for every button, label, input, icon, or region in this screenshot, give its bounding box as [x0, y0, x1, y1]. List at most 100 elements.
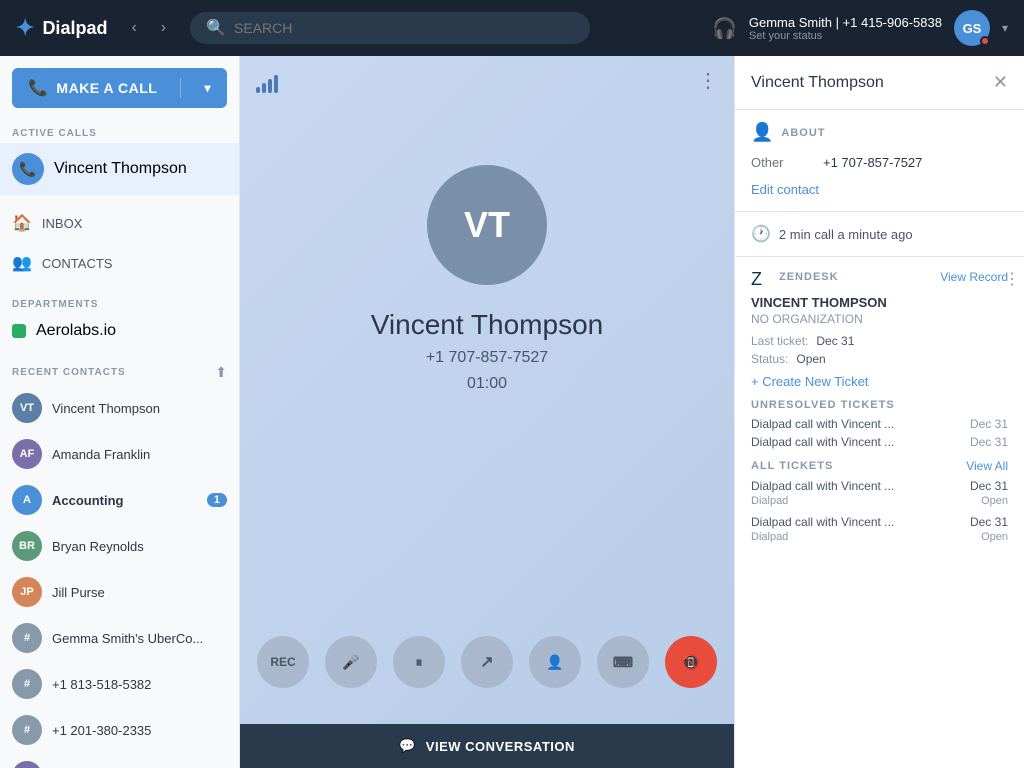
list-item[interactable]: #+1 813-518-5382 [0, 661, 239, 707]
nav-forward-button[interactable]: › [153, 15, 174, 41]
contact-avatar: # [12, 715, 42, 745]
recent-contacts-label: RECENT CONTACTS [12, 367, 126, 378]
contact-name: +1 813-518-5382 [52, 677, 227, 692]
sidebar-item-inbox[interactable]: 🏠 INBOX [0, 203, 239, 243]
avatar[interactable]: GS [954, 10, 990, 46]
all-tickets-label: ALL TICKETS [751, 460, 833, 472]
panel-header: Vincent Thompson ✕ [735, 56, 1024, 110]
search-icon: 🔍 [206, 18, 226, 38]
other-label: Other [751, 155, 811, 170]
user-details: Gemma Smith | +1 415-906-5838 Set your s… [749, 15, 942, 42]
export-icon[interactable]: ⬆ [215, 364, 227, 381]
list-item[interactable]: Dialpad call with Vincent ... Dec 31 Dialp… [751, 515, 1008, 543]
avatar-initials: GS [963, 21, 982, 36]
list-item[interactable]: Dialpad call with Vincent ... Dec 31 [751, 417, 1008, 431]
ticket-date: Dec 31 [970, 417, 1008, 431]
list-item[interactable]: Dialpad call with Vincent ...Dec 31Dialp… [751, 479, 1008, 507]
ticket-source: Dialpad [751, 495, 788, 507]
transfer-button[interactable]: ↗ [461, 636, 513, 688]
zd-last-ticket: Last ticket: Dec 31 [751, 334, 1008, 348]
contact-avatar: A [12, 485, 42, 515]
call-history: 🕐 2 min call a minute ago [735, 212, 1024, 256]
view-conversation-button[interactable]: 💬 VIEW CONVERSATION [240, 724, 734, 768]
call-timer: 01:00 [467, 375, 507, 393]
contact-avatar: D [12, 761, 42, 768]
ticket-title: Dialpad call with Vincent ... [751, 515, 894, 529]
dept-item[interactable]: Aerolabs.io [0, 314, 239, 348]
search-input[interactable] [234, 20, 574, 36]
list-item[interactable]: JPJill Purse [0, 569, 239, 615]
transfer-icon: ↗ [480, 652, 493, 672]
bar-3 [268, 79, 272, 93]
about-section: 👤 ABOUT Other +1 707-857-7527 Edit conta… [735, 110, 1024, 211]
clock-icon: 🕐 [751, 224, 771, 244]
close-button[interactable]: ✕ [993, 72, 1008, 93]
mic-icon: 🎤 [342, 654, 359, 671]
chevron-down-icon[interactable]: ▾ [1002, 21, 1008, 35]
list-item[interactable]: BRBryan Reynolds [0, 523, 239, 569]
list-item[interactable]: DDialbot [0, 753, 239, 768]
nav-back-button[interactable]: ‹ [123, 15, 144, 41]
sidebar-item-contacts[interactable]: 👥 CONTACTS [0, 243, 239, 283]
active-call-item[interactable]: 📞 Vincent Thompson [0, 143, 239, 195]
phone-icon: 📞 [28, 78, 48, 98]
add-contact-button[interactable]: 👤 [529, 636, 581, 688]
user-status: Set your status [749, 30, 942, 42]
status-value: Open [796, 352, 825, 366]
list-item[interactable]: A Accounting 1 [0, 477, 239, 523]
contact-name: +1 201-380-2335 [52, 723, 227, 738]
user-info: 🎧 Gemma Smith | +1 415-906-5838 Set your… [712, 10, 1008, 46]
recent-contacts-header: RECENT CONTACTS ⬆ [0, 356, 239, 385]
contact-name: Gemma Smith's UberCo... [52, 631, 227, 646]
dept-dot [12, 324, 26, 338]
search-bar[interactable]: 🔍 [190, 12, 590, 44]
logo-icon: ✦ [16, 15, 34, 41]
logo: ✦ Dialpad [16, 15, 107, 41]
view-record-link[interactable]: View Record [940, 270, 1008, 284]
unresolved-tickets-label: UNRESOLVED TICKETS [751, 399, 1008, 411]
ticket-title: Dialpad call with Vincent ... [751, 417, 962, 431]
list-item[interactable]: VTVincent Thompson [0, 385, 239, 431]
view-all-link[interactable]: View All [966, 459, 1008, 473]
main-layout: 📞 MAKE A CALL ▾ ACTIVE CALLS 📞 Vincent T… [0, 56, 1024, 768]
view-conversation-label: VIEW CONVERSATION [426, 739, 575, 754]
contact-avatar: VT [12, 393, 42, 423]
chevron-down-icon: ▾ [204, 81, 211, 95]
ticket-title: Dialpad call with Vincent ... [751, 435, 962, 449]
dept-name: Aerolabs.io [36, 322, 116, 340]
top-nav: ✦ Dialpad ‹ › 🔍 🎧 Gemma Smith | +1 415-9… [0, 0, 1024, 56]
zendesk-header: Z ZENDESK View Record [751, 269, 1008, 285]
more-options-panel-icon[interactable]: ⋮ [1004, 269, 1020, 289]
zendesk-logo-icon: Z [751, 269, 771, 285]
edit-contact-link[interactable]: Edit contact [751, 182, 819, 197]
right-panel: Vincent Thompson ✕ 👤 ABOUT Other +1 707-… [734, 56, 1024, 768]
list-item[interactable]: #Gemma Smith's UberCo... [0, 615, 239, 661]
keypad-button[interactable]: ⌨ [597, 636, 649, 688]
about-header: 👤 ABOUT [751, 122, 1008, 143]
list-item[interactable]: AFAmanda Franklin [0, 431, 239, 477]
contact-badge: 1 [207, 493, 227, 507]
record-button[interactable]: REC [257, 636, 309, 688]
make-call-button[interactable]: 📞 MAKE A CALL ▾ [12, 68, 227, 108]
contact-name: Accounting [52, 493, 197, 508]
more-options-icon[interactable]: ⋮ [698, 68, 718, 93]
inbox-label: INBOX [42, 216, 82, 231]
contact-avatar: BR [12, 531, 42, 561]
hold-button[interactable]: ⏸ [393, 636, 445, 688]
pause-icon: ⏸ [416, 654, 423, 671]
mute-button[interactable]: 🎤 [325, 636, 377, 688]
call-controls: REC 🎤 ⏸ ↗ 👤 ⌨ 📵 [257, 636, 717, 688]
list-item[interactable]: # +1 201-380-2335 [0, 707, 239, 753]
about-label: ABOUT [781, 127, 825, 139]
ticket-date: Dec 31 [970, 515, 1008, 529]
list-item[interactable]: Dialpad call with Vincent ...Dec 31 [751, 435, 1008, 449]
ticket-source: Dialpad [751, 531, 788, 543]
zd-contact-name: VINCENT THOMPSON [751, 295, 1008, 310]
headset-icon: 🎧 [712, 16, 737, 41]
person-icon: 👤 [546, 654, 563, 671]
end-call-button[interactable]: 📵 [665, 636, 717, 688]
end-call-icon: 📵 [682, 654, 699, 671]
zendesk-label: ZENDESK [779, 271, 839, 283]
last-ticket-date: Dec 31 [816, 334, 854, 348]
create-ticket-link[interactable]: + Create New Ticket [751, 374, 1008, 389]
